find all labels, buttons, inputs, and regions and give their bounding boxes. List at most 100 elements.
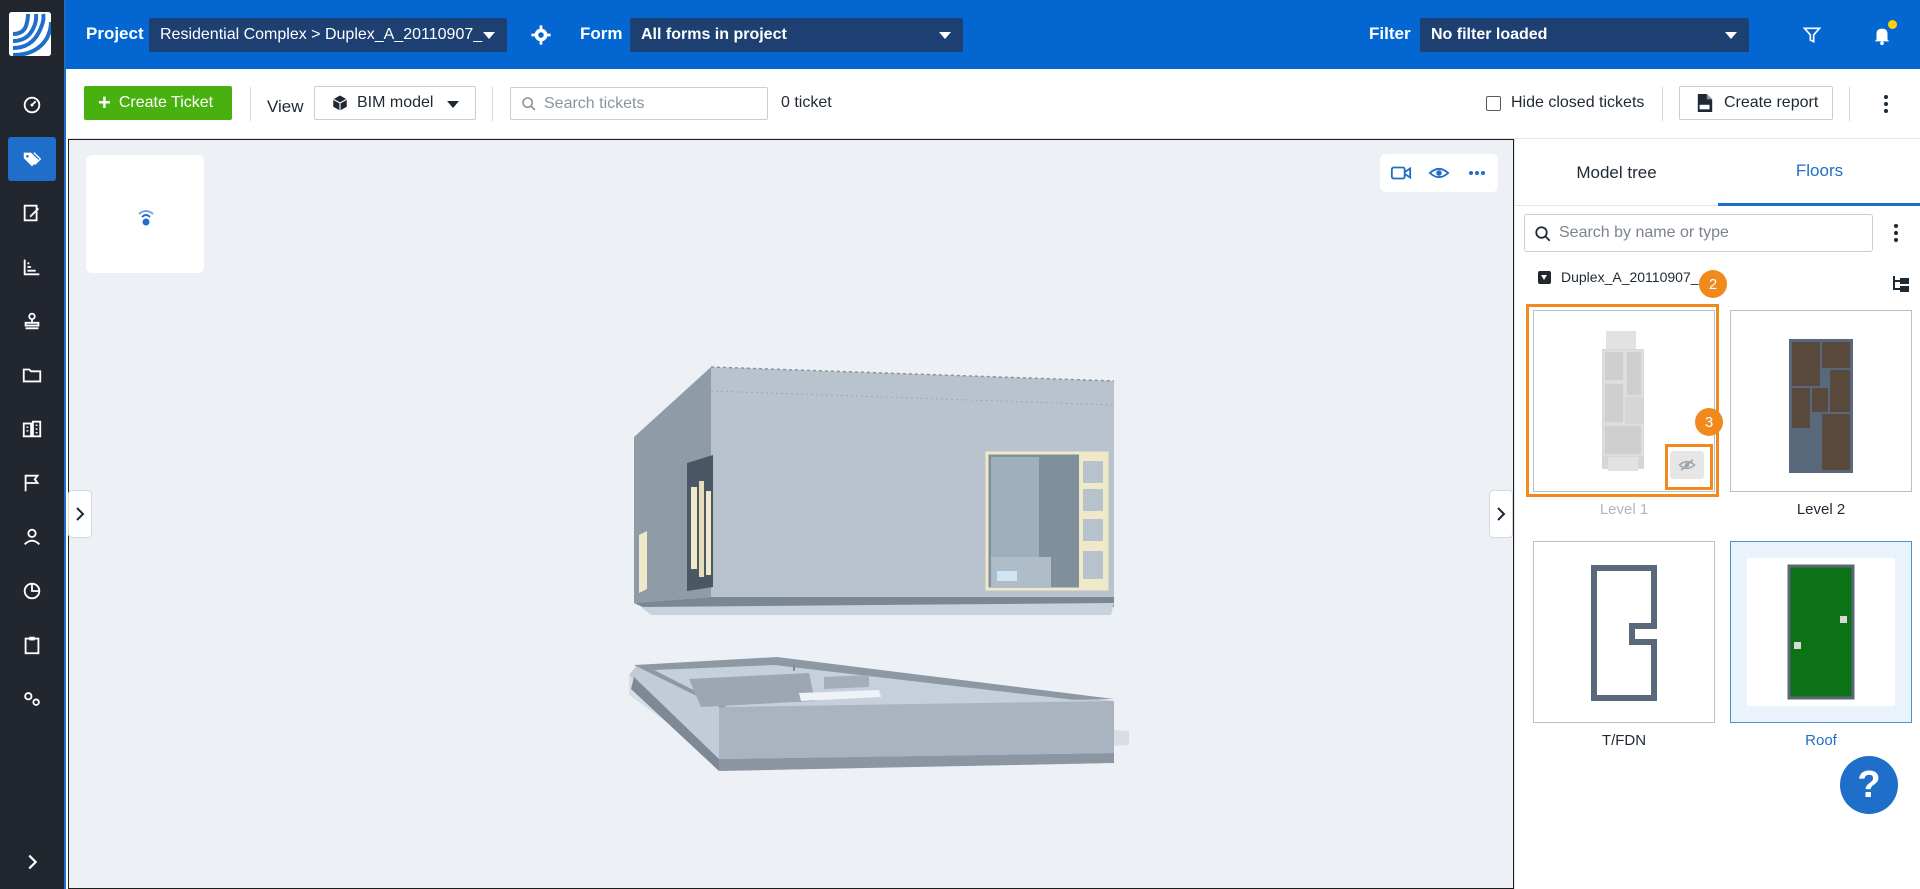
floor-label-roof: Roof — [1805, 732, 1837, 749]
nav-analytics[interactable] — [8, 569, 56, 613]
tab-floors[interactable]: Floors — [1718, 139, 1920, 206]
top-bar: Project Residential Complex > Duplex_A_2… — [66, 0, 1920, 69]
step-badge-2: 2 — [1699, 270, 1727, 298]
nav-dashboard[interactable] — [8, 83, 56, 127]
project-settings-button[interactable] — [528, 22, 554, 48]
nav-clipboard[interactable] — [8, 623, 56, 667]
search-tickets-field[interactable] — [510, 87, 768, 120]
nav-reports[interactable] — [8, 245, 56, 289]
floor-card-level-2[interactable] — [1730, 310, 1912, 492]
nav-stamp[interactable] — [8, 299, 56, 343]
search-tickets-input[interactable] — [544, 94, 754, 113]
floors-panel: Model tree Floors Duplex_A_20110907_ — [1514, 139, 1920, 889]
form-select-value: All forms in project — [641, 26, 787, 43]
app-logo[interactable] — [9, 12, 51, 56]
left-nav-rail — [0, 0, 66, 889]
more-vertical-icon — [1894, 224, 1898, 242]
navigation-cube[interactable] — [86, 155, 204, 273]
step-badge-3: 3 — [1695, 408, 1723, 436]
cube-icon — [332, 95, 348, 111]
reports-chart-icon — [23, 259, 40, 276]
nav-documents[interactable] — [8, 353, 56, 397]
project-select-value: Residential Complex > Duplex_A_20110907_ — [160, 26, 483, 43]
filter-button[interactable] — [1799, 22, 1825, 48]
view-label: View — [267, 97, 304, 116]
form-select[interactable]: All forms in project — [630, 18, 963, 52]
tree-structure-icon — [1893, 276, 1909, 292]
create-ticket-label: Create Ticket — [118, 94, 214, 111]
project-select[interactable]: Residential Complex > Duplex_A_20110907_ — [149, 18, 507, 52]
tab-model-tree[interactable]: Model tree — [1515, 139, 1718, 206]
hide-closed-toggle[interactable]: Hide closed tickets — [1486, 94, 1644, 112]
nav-buildings[interactable] — [8, 407, 56, 451]
filter-label: Filter — [1369, 24, 1411, 43]
rail-expand-button[interactable] — [8, 840, 56, 884]
camera-button[interactable] — [1389, 161, 1413, 185]
more-vertical-icon — [1884, 95, 1888, 113]
create-report-button[interactable]: Create report — [1679, 86, 1833, 120]
camera-icon — [1390, 166, 1412, 180]
left-panel-toggle[interactable] — [68, 490, 92, 538]
nav-forms[interactable] — [8, 191, 56, 235]
chevron-right-icon — [76, 507, 85, 521]
project-label: Project — [86, 24, 144, 43]
nav-flags[interactable] — [8, 461, 56, 505]
settings-gears-icon — [24, 692, 40, 706]
hide-closed-label: Hide closed tickets — [1511, 94, 1645, 111]
hide-closed-checkbox[interactable] — [1486, 95, 1501, 111]
nav-users[interactable] — [8, 515, 56, 559]
flag-icon — [24, 474, 40, 492]
tree-structure-button[interactable] — [1891, 274, 1911, 299]
toolbar-divider — [1662, 87, 1663, 121]
nav-tickets[interactable] — [8, 137, 56, 181]
filter-select-value: No filter loaded — [1431, 26, 1548, 43]
forms-edit-icon — [23, 204, 40, 222]
help-button[interactable]: ? — [1840, 756, 1898, 814]
pie-chart-icon — [23, 582, 41, 600]
eye-icon — [1428, 167, 1450, 179]
view-mode-value: BIM model — [357, 94, 434, 111]
bim-viewer-canvas[interactable] — [68, 139, 1514, 889]
collapse-icon[interactable] — [1538, 270, 1551, 284]
visibility-button[interactable] — [1427, 161, 1451, 185]
toolbar-more-button[interactable] — [1876, 93, 1896, 115]
settings-gear-icon — [531, 25, 551, 45]
dashboard-gauge-icon — [23, 96, 41, 114]
chevron-down-icon — [447, 101, 459, 108]
floor-thumbnail-t-fdn — [1591, 565, 1657, 701]
viewer-toolbar — [1380, 154, 1498, 192]
form-label: Form — [580, 24, 623, 43]
compass-icon — [138, 210, 154, 226]
floor-thumbnail-level-2 — [1789, 339, 1853, 473]
chevron-down-icon — [1725, 32, 1737, 39]
bim-model-render[interactable] — [629, 335, 1149, 775]
search-icon — [1535, 226, 1551, 242]
floor-card-roof[interactable] — [1730, 541, 1912, 723]
filter-select[interactable]: No filter loaded — [1420, 18, 1749, 52]
floor-label-t-fdn: T/FDN — [1601, 732, 1647, 749]
toolbar-divider — [250, 87, 251, 121]
panel-more-button[interactable] — [1886, 222, 1906, 244]
logo-icon — [9, 12, 51, 56]
floor-label-level-2: Level 2 — [1796, 501, 1846, 518]
view-mode-select[interactable]: BIM model — [314, 86, 476, 120]
nav-settings[interactable] — [8, 677, 56, 721]
user-icon — [24, 528, 40, 546]
tab-floors-label: Floors — [1795, 161, 1844, 180]
floor-search-field[interactable] — [1524, 214, 1873, 252]
buildings-icon — [22, 420, 42, 438]
floor-card-t-fdn[interactable] — [1533, 541, 1715, 723]
floor-search-input[interactable] — [1559, 224, 1859, 242]
right-panel-toggle[interactable] — [1489, 490, 1513, 538]
chevron-right-icon — [28, 854, 38, 870]
floor-thumbnail-roof — [1747, 558, 1895, 706]
clipboard-icon — [24, 636, 40, 655]
viewer-more-button[interactable] — [1465, 161, 1489, 185]
create-report-label: Create report — [1724, 94, 1819, 111]
model-tree-root-label: Duplex_A_20110907_ — [1561, 269, 1699, 285]
model-tree-root[interactable]: Duplex_A_20110907_ — [1538, 269, 1699, 285]
tab-model-tree-label: Model tree — [1576, 162, 1657, 182]
create-ticket-button[interactable]: + Create Ticket — [84, 86, 232, 120]
more-dots-icon — [1469, 171, 1485, 175]
tickets-tag-icon — [23, 152, 42, 167]
